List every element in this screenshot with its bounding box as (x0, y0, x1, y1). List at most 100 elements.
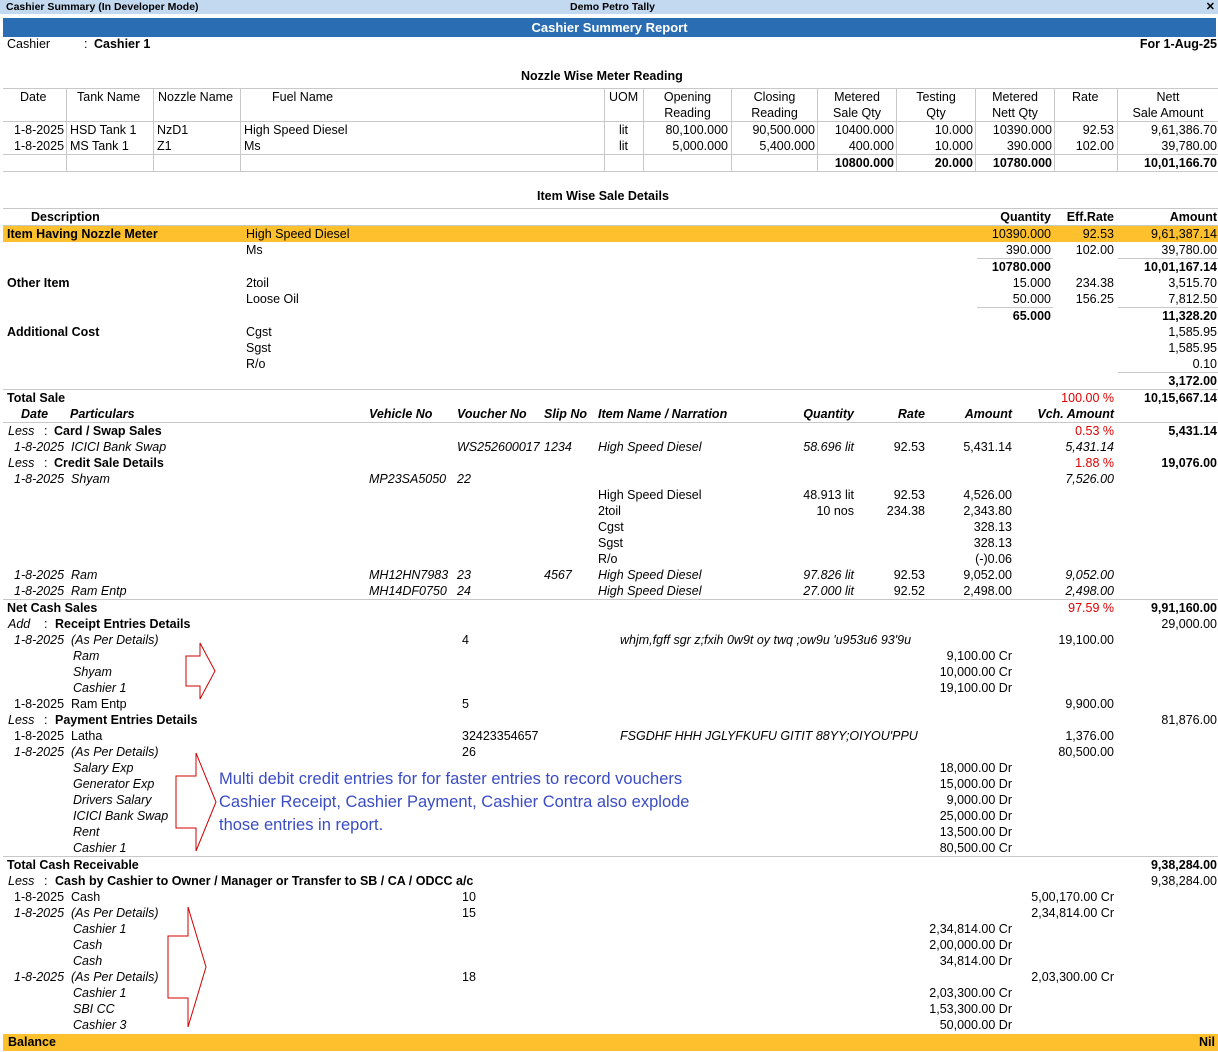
ledger-amount: 1,53,300.00 Dr (929, 1002, 1012, 1016)
item-qty: 50.000 (1012, 292, 1051, 306)
item-name: Cgst (598, 520, 624, 534)
col-rate: Rate (1072, 90, 1099, 104)
amount: 2,498.00 (963, 584, 1012, 598)
amount: 328.13 (973, 536, 1012, 550)
ledger-name: ICICI Bank Swap (73, 809, 169, 823)
right-arrow-icon (185, 642, 216, 700)
total-sale-label: Total Sale (7, 391, 66, 405)
col-description: Description (31, 210, 100, 224)
col-metered: Metered (834, 90, 880, 104)
total-cash-receivable-amount: 9,38,284.00 (1150, 858, 1217, 872)
table-row[interactable]: 1-8-2025 (14, 729, 64, 744)
particulars: Cash (71, 890, 101, 904)
table-row[interactable]: 1-8-2025 (14, 890, 64, 905)
report-period[interactable]: For 1-Aug-25 (1140, 37, 1217, 52)
amount: (-)0.06 (975, 552, 1012, 566)
voucher-no: 26 (462, 745, 476, 759)
particulars: (As Per Details) (71, 906, 159, 920)
item-name: High Speed Diesel (598, 568, 702, 582)
quantity: 58.696 lit (803, 440, 854, 454)
particulars: Shyam (71, 472, 110, 486)
group-total-qty: 10780.000 (991, 260, 1051, 274)
vch-amount: 19,100.00 (1058, 633, 1114, 647)
col-opening: Opening (663, 90, 712, 104)
annotation-line-3: those entries in report. (219, 816, 384, 834)
item-amount: 9,61,387.14 (1150, 227, 1217, 241)
ledger-name: Cashier 1 (73, 986, 127, 1000)
ledger-name: Cash (73, 938, 103, 952)
ledger-amount: 34,814.00 Dr (939, 954, 1012, 968)
voucher-no: 18 (462, 970, 476, 984)
col-slip: Slip No (544, 407, 588, 421)
voucher-no: 15 (462, 906, 476, 920)
item-rate: 234.38 (1075, 276, 1114, 290)
rate: 92.52 (893, 584, 925, 598)
col-rate: Rate (897, 407, 925, 421)
rate: 234.38 (886, 504, 925, 518)
col-closing: Closing (753, 90, 796, 104)
col-date: Date (20, 90, 47, 104)
receipt-entries-amount: 29,000.00 (1161, 617, 1217, 631)
group-total-amount: 10,01,167.14 (1144, 260, 1217, 274)
table-row[interactable]: 1-8-2025 (14, 584, 64, 599)
col-amount: Nett (1156, 90, 1180, 104)
close-icon[interactable]: ✕ (1206, 0, 1215, 13)
voucher-no: 22 (457, 472, 471, 486)
vch-amount: 7,526.00 (1065, 472, 1114, 486)
table-row[interactable]: 1-8-2025 (14, 633, 64, 648)
vch-amount: 2,34,814.00 Cr (1031, 906, 1114, 920)
group-other-items: Other Item (7, 276, 70, 290)
ledger-amount: 9,000.00 Dr (946, 793, 1012, 807)
table-row[interactable]: 1-8-2025 (14, 568, 64, 583)
particulars: Ram Entp (71, 697, 127, 711)
ledger-amount: 2,00,000.00 Dr (929, 938, 1012, 952)
nett-qty: 10390.000 (992, 123, 1052, 137)
cashier-separator: : (84, 37, 88, 51)
table-row[interactable]: 1-8-2025 (14, 745, 64, 760)
col-vch-amount: Vch. Amount (1037, 407, 1114, 421)
ledger-amount: 18,000.00 Dr (939, 761, 1012, 775)
less-label: Less (8, 424, 35, 438)
table-row[interactable]: 1-8-2025 (14, 440, 64, 455)
ledger-amount: 9,100.00 Cr (946, 649, 1012, 663)
vch-amount: 5,00,170.00 Cr (1031, 890, 1114, 904)
particulars: ICICI Bank Swap (71, 440, 167, 454)
amount: 9,052.00 (963, 568, 1012, 582)
vehicle-no: MH12HN7983 (369, 568, 449, 582)
narration: FSGDHF HHH JGLYFKUFU GITIT 88YY;OIYOU'PP… (620, 729, 918, 743)
vch-amount: 9,900.00 (1065, 697, 1114, 711)
window-titlebar: Cashier Summary (In Developer Mode) Demo… (0, 0, 1218, 14)
col-testing: Testing (916, 90, 956, 104)
table-row[interactable]: 1-8-2025 (14, 139, 64, 154)
item-rate: 156.25 (1075, 292, 1114, 306)
right-arrow-icon (175, 752, 217, 852)
table-row[interactable]: 1-8-2025 (14, 970, 64, 985)
total-amount: 10,01,166.70 (1144, 156, 1217, 170)
vch-amount: 2,498.00 (1065, 584, 1114, 598)
item-amount: 39,780.00 (1161, 243, 1217, 257)
table-row[interactable]: 1-8-2025 (14, 697, 64, 712)
total-cash-receivable-label: Total Cash Receivable (7, 858, 139, 872)
col-uom: UOM (609, 90, 639, 104)
less-label: Less (8, 713, 35, 727)
total-nett: 10780.000 (992, 156, 1052, 170)
balance-row[interactable] (3, 1034, 1218, 1051)
net-cash-sales-pct: 97.59 % (1068, 601, 1114, 615)
table-row[interactable]: 1-8-2025 (14, 123, 64, 138)
col-quantity: Quantity (803, 407, 854, 421)
uom: lit (619, 123, 629, 137)
net-cash-sales-amount: 9,91,160.00 (1150, 601, 1217, 615)
ledger-name: Shyam (73, 665, 112, 679)
amount: 5,431.14 (963, 440, 1012, 454)
card-sales-label: Card / Swap Sales (54, 424, 162, 438)
particulars: Ram (71, 568, 98, 582)
table-row[interactable]: 1-8-2025 (14, 906, 64, 921)
vch-amount: 80,500.00 (1058, 745, 1114, 759)
cashier-value[interactable]: Cashier 1 (94, 37, 150, 52)
table-row[interactable]: 1-8-2025 (14, 472, 64, 487)
item-amount: 3,515.70 (1168, 276, 1217, 290)
item-name: R/o (246, 357, 266, 371)
item-name: High Speed Diesel (598, 584, 702, 598)
rate: 92.53 (1082, 123, 1114, 137)
card-sales-pct: 0.53 % (1075, 424, 1114, 438)
